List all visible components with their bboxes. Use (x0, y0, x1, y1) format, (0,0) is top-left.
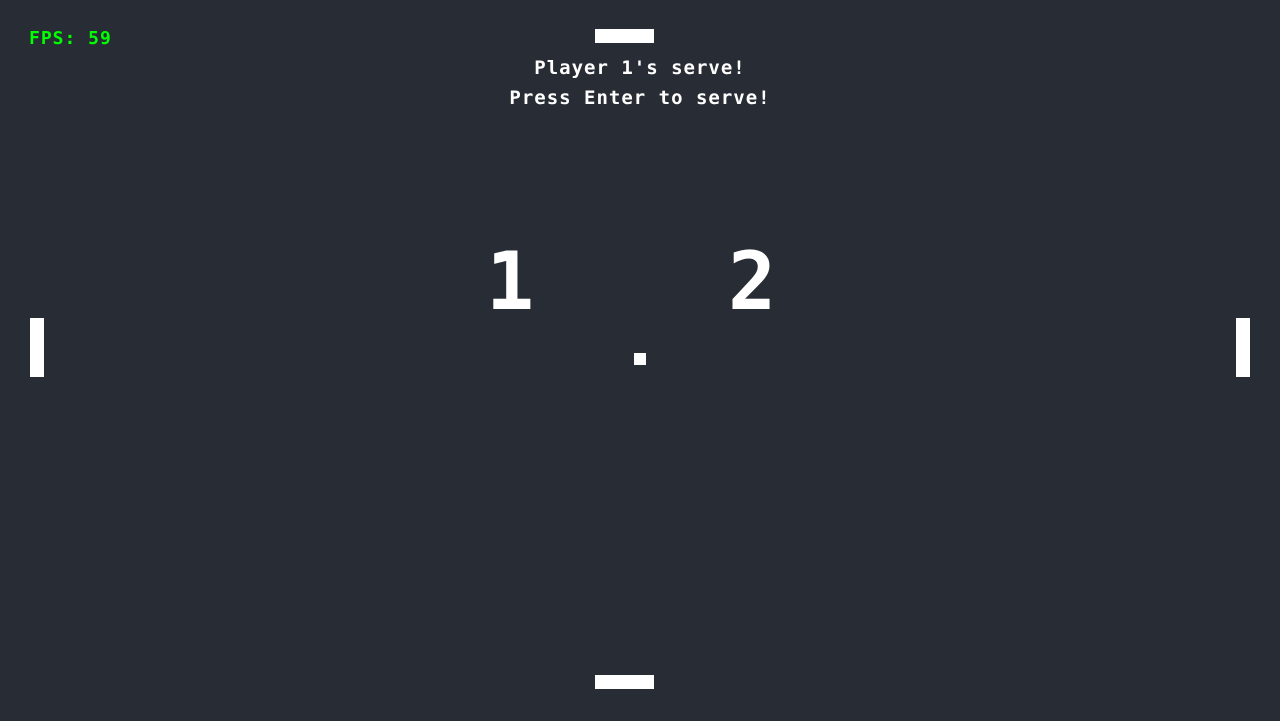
game-canvas[interactable]: FPS: 59 Player 1's serve! Press Enter to… (0, 0, 1280, 721)
bottom-paddle (595, 675, 654, 689)
top-paddle (595, 29, 654, 43)
serve-prompt: Press Enter to serve! (509, 87, 771, 109)
ball (634, 353, 646, 365)
right-paddle (1236, 318, 1250, 377)
player2-score: 2 (728, 235, 777, 328)
fps-counter: FPS: 59 (29, 28, 112, 49)
player1-score: 1 (486, 235, 535, 328)
serve-message: Player 1's serve! (534, 57, 746, 79)
left-paddle (30, 318, 44, 377)
